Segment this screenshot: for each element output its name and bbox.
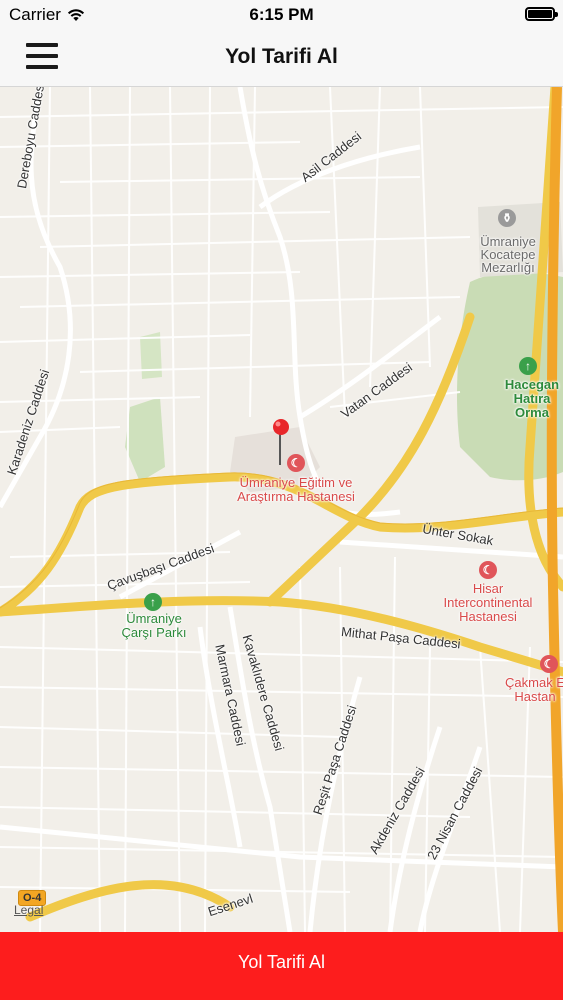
legal-link[interactable]: Legal [14,903,43,917]
hospital-icon: ☾ [540,655,558,673]
get-directions-button[interactable]: Yol Tarifi Al [0,932,563,1000]
location-pin-icon[interactable] [270,417,292,467]
map-base [0,87,563,932]
poi-label: Çakmak E Hastan [505,675,563,704]
map-view[interactable]: Dereboyu Caddesi Asil Caddesi Karadeniz … [0,87,563,932]
poi-label: Hisar Intercontinental Hastanesi [443,581,533,624]
hospital-icon: ☾ [479,561,497,579]
park-icon: ↑ [519,357,537,375]
page-title: Yol Tarifi Al [225,45,338,68]
battery-fill [528,10,552,18]
battery-icon [525,7,558,21]
clock: 6:15 PM [249,5,314,24]
poi-label: Ümraniye Çarşı Parkı [121,611,187,640]
poi-label: Ümraniye Kocatepe Mezarlığı [480,234,536,275]
status-bar: Carrier 6:15 PM [0,0,563,30]
poi-label: Ümraniye Eğitim ve Araştırma Hastanesi [237,475,355,504]
park-icon: ↑ [144,593,162,611]
cemetery-icon: ⚱ [498,209,516,227]
navigation-bar: Yol Tarifi Al [0,30,563,87]
poi-label: Hacegan Hatıra Orma [504,377,560,420]
